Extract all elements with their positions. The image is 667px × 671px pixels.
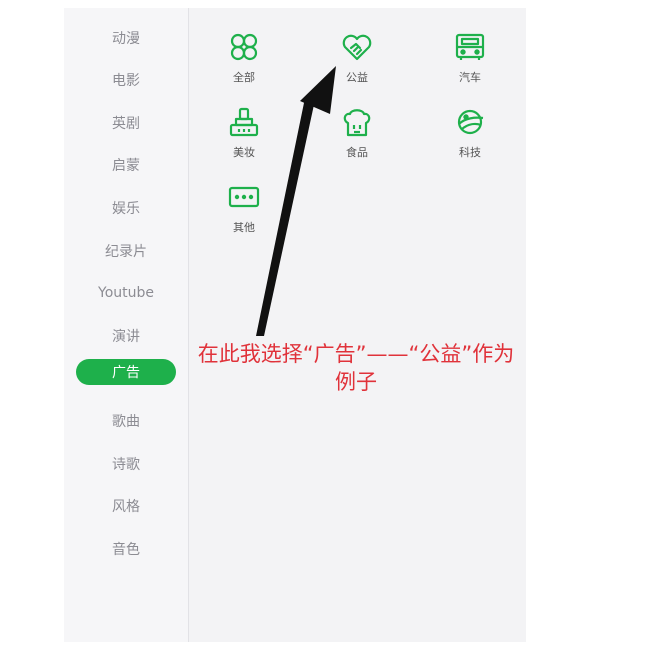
annotation-text: 在此我选择“广告”——“公益”作为例子 — [197, 342, 515, 394]
annotation-arrow — [256, 66, 336, 336]
